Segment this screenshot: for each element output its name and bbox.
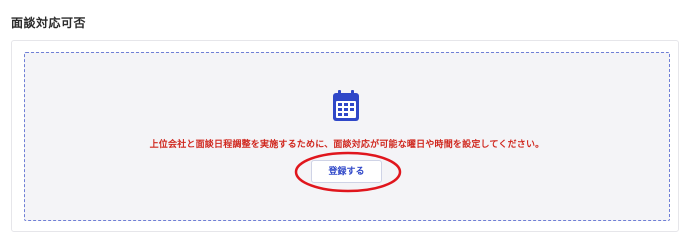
empty-state-message: 上位会社と面談日程調整を実施するために、面談対応が可能な曜日や時間を設定してくだ…	[149, 140, 545, 150]
availability-card: 上位会社と面談日程調整を実施するために、面談対応が可能な曜日や時間を設定してくだ…	[11, 40, 679, 232]
section-title: 面談対応可否	[11, 16, 87, 30]
page: 面談対応可否 上位会社と面談日程調整を実施するために、面談対応が可能な曜日や時間…	[0, 0, 688, 246]
register-button[interactable]: 登録する	[311, 160, 382, 183]
calendar-icon	[333, 90, 359, 121]
empty-state-box: 上位会社と面談日程調整を実施するために、面談対応が可能な曜日や時間を設定してくだ…	[24, 52, 670, 221]
